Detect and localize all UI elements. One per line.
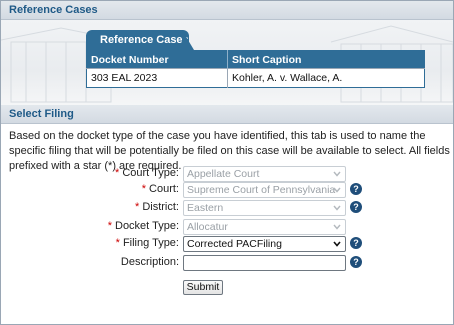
tab-corner-decoration bbox=[182, 30, 194, 50]
page-frame: Reference Cases Reference Cases Docket N… bbox=[0, 0, 454, 325]
district-value: Eastern bbox=[187, 202, 224, 214]
chevron-down-icon bbox=[333, 224, 341, 230]
docket-number-cell: 303 EAL 2023 bbox=[86, 68, 228, 88]
court-value: Supreme Court of Pennsylvania bbox=[187, 184, 336, 196]
required-star: * bbox=[115, 167, 120, 179]
filing-type-label-text: Filing Type: bbox=[122, 237, 179, 249]
filing-type-select[interactable]: Corrected PACFiling bbox=[183, 236, 346, 252]
short-caption-cell: Kohler, A. v. Wallace, A. bbox=[227, 68, 425, 88]
docket-type-row: * Docket Type: Allocatur bbox=[1, 219, 453, 235]
tab-reference-cases[interactable]: Reference Cases bbox=[86, 30, 189, 50]
required-star: * bbox=[141, 183, 147, 195]
district-label: * District: bbox=[135, 201, 179, 213]
court-row: * Court: Supreme Court of Pennsylvania ? bbox=[1, 182, 453, 198]
chevron-down-icon bbox=[333, 241, 341, 247]
help-icon[interactable]: ? bbox=[350, 183, 362, 195]
reference-cases-table: Docket Number Short Caption 303 EAL 2023… bbox=[86, 50, 425, 88]
district-row: * District: Eastern ? bbox=[1, 200, 453, 216]
help-icon[interactable]: ? bbox=[350, 237, 362, 249]
docket-type-value: Allocatur bbox=[187, 221, 228, 233]
required-star: * bbox=[107, 220, 112, 232]
court-label-text: Court: bbox=[149, 183, 179, 195]
chevron-down-icon bbox=[333, 171, 341, 177]
docket-type-label: * Docket Type: bbox=[108, 220, 179, 232]
court-label: * Court: bbox=[142, 183, 179, 195]
court-type-value: Appellate Court bbox=[187, 168, 260, 180]
district-select[interactable]: Eastern bbox=[183, 200, 346, 216]
description-row: Description: ? bbox=[1, 255, 453, 271]
help-icon[interactable]: ? bbox=[350, 201, 362, 213]
court-type-label-text: Court Type: bbox=[122, 167, 179, 179]
required-star: * bbox=[135, 201, 140, 213]
filing-type-row: * Filing Type: Corrected PACFiling ? bbox=[1, 236, 453, 252]
description-input[interactable] bbox=[183, 255, 346, 271]
district-label-text: District: bbox=[142, 201, 179, 213]
submit-button[interactable]: Submit bbox=[183, 280, 223, 295]
table-header-row: Docket Number Short Caption bbox=[86, 50, 425, 69]
help-icon[interactable]: ? bbox=[350, 256, 362, 268]
column-header-docket-number[interactable]: Docket Number bbox=[86, 50, 228, 69]
chevron-down-icon bbox=[333, 187, 341, 193]
docket-type-label-text: Docket Type: bbox=[115, 220, 179, 232]
docket-type-select[interactable]: Allocatur bbox=[183, 219, 346, 235]
court-type-select[interactable]: Appellate Court bbox=[183, 166, 346, 182]
chevron-down-icon bbox=[333, 205, 341, 211]
table-row[interactable]: 303 EAL 2023 Kohler, A. v. Wallace, A. bbox=[86, 68, 425, 88]
filing-type-value: Corrected PACFiling bbox=[187, 238, 282, 250]
column-header-short-caption[interactable]: Short Caption bbox=[227, 50, 425, 69]
description-label: Description: bbox=[120, 256, 179, 268]
filing-type-label: * Filing Type: bbox=[116, 237, 179, 249]
required-star: * bbox=[115, 237, 120, 249]
court-type-label: * Court Type: bbox=[115, 167, 179, 179]
court-select[interactable]: Supreme Court of Pennsylvania bbox=[183, 182, 346, 198]
select-filing-header: Select Filing bbox=[1, 105, 453, 124]
reference-cases-header: Reference Cases bbox=[1, 1, 453, 20]
court-type-row: * Court Type: Appellate Court bbox=[1, 166, 453, 182]
